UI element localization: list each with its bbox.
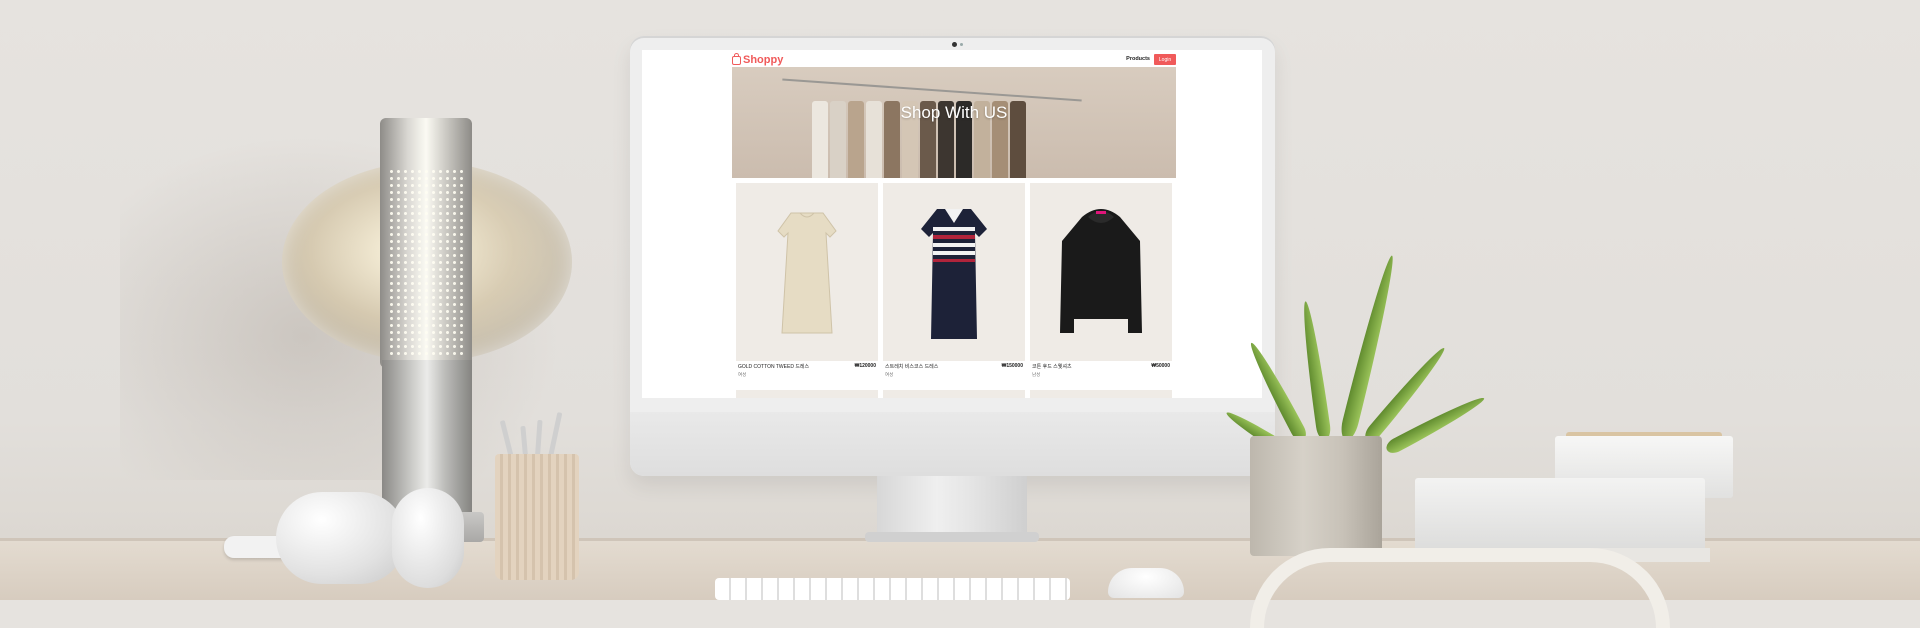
tray-bottom (1415, 478, 1705, 552)
product-card-placeholder (736, 390, 878, 398)
logo-text: Shoppy (743, 54, 784, 66)
chair-back (1250, 548, 1670, 628)
product-price: ₩150000 (1001, 363, 1023, 369)
monitor-stand (877, 476, 1027, 540)
hero-banner: Shop With US (732, 67, 1176, 178)
monitor-chin (630, 412, 1275, 476)
shopping-bag-icon (732, 52, 741, 65)
product-category: 남성 (1032, 372, 1041, 377)
plant-pot (1250, 436, 1382, 556)
keyboard (715, 578, 1070, 600)
product-name: 스트레치 비스코스 드레스 (885, 364, 939, 370)
product-image (883, 183, 1025, 361)
product-card-placeholder (883, 390, 1025, 398)
camera-indicator (960, 43, 963, 46)
screen: Shoppy Products Login Shop With US GOLD (642, 50, 1262, 398)
site-navbar: Shoppy Products Login (732, 52, 1176, 67)
monitor-stand-foot (865, 532, 1039, 542)
site-logo[interactable]: Shoppy (732, 52, 784, 67)
pen-cup (495, 454, 579, 580)
product-image (1030, 183, 1172, 361)
product-price: ₩120000 (854, 363, 876, 369)
banner-title: Shop With US (900, 103, 1008, 122)
headphones-left-cup (276, 492, 406, 584)
lamp-dots (388, 168, 464, 358)
product-name: 코튼 후드 스웻셔츠 (1032, 364, 1072, 370)
mouse (1108, 568, 1184, 598)
login-button[interactable]: Login (1154, 54, 1176, 65)
product-category: 여성 (738, 372, 747, 377)
nav-products-link[interactable]: Products (1126, 56, 1150, 62)
product-image (736, 183, 878, 361)
camera (952, 42, 957, 47)
product-card[interactable]: GOLD COTTON TWEED 드레스 ₩120000 여성 (736, 183, 878, 383)
product-card[interactable]: 스트레치 비스코스 드레스 ₩150000 여성 (883, 183, 1025, 383)
clothing-rail (782, 78, 1082, 102)
product-category: 여성 (885, 372, 894, 377)
product-price: ₩50000 (1151, 363, 1170, 369)
plant-leaf (1298, 300, 1332, 441)
product-card-placeholder (1030, 390, 1172, 398)
product-card[interactable]: 코튼 후드 스웻셔츠 ₩50000 남성 (1030, 183, 1172, 383)
headphones-right-cup (392, 488, 464, 588)
product-name: GOLD COTTON TWEED 드레스 (738, 364, 810, 370)
